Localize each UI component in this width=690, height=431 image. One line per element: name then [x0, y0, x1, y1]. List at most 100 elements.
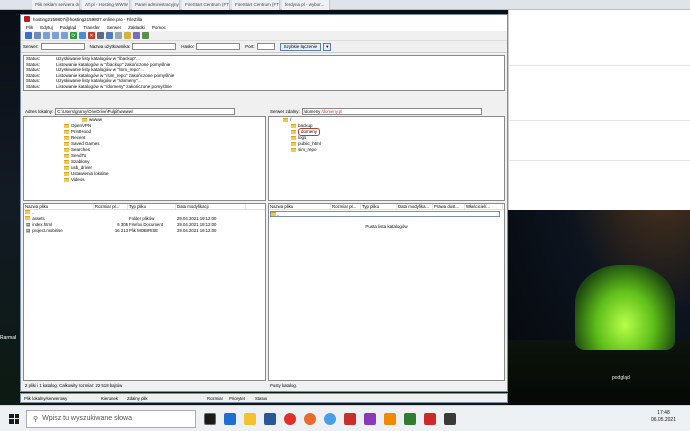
menu-bar: Plik Edytuj Podgląd Transfer Serwer Zakł… [21, 23, 507, 31]
browser-page-area [508, 10, 690, 210]
menu-bookmarks[interactable]: Zakładki [128, 25, 145, 30]
app-icon[interactable] [344, 412, 356, 425]
folder-icon [64, 142, 69, 146]
col-type[interactable]: Typ pliku [361, 204, 397, 209]
desktop-icon-label[interactable]: Rarmal [0, 335, 16, 341]
clock-date: 06.05.2021 [650, 417, 676, 423]
folder-icon [64, 148, 69, 152]
folder-icon [291, 142, 296, 146]
browser-tab[interactable]: AT.pl - Hosting WWW [82, 0, 130, 10]
quickconnect-button[interactable]: Szybkie łączenie [279, 42, 322, 51]
port-input[interactable] [256, 43, 275, 50]
toggle-log-icon[interactable] [34, 32, 41, 39]
browser-side-text: podgląd [612, 375, 630, 381]
toggle-local-tree-icon[interactable] [43, 32, 50, 39]
folder-icon [64, 136, 69, 140]
menu-edit[interactable]: Edytuj [40, 25, 53, 30]
tree-item[interactable]: Videos [64, 177, 265, 183]
menu-server[interactable]: Serwer [107, 25, 121, 30]
folder-icon [291, 148, 296, 152]
queue-col-remote[interactable]: Zdalny plik [127, 396, 207, 401]
remote-status: Pusty katalog. [268, 382, 505, 389]
queue-col-direction[interactable]: Kierunek [101, 396, 127, 401]
col-perms[interactable]: Prawa dost... [433, 204, 465, 209]
password-label: Hasło: [181, 44, 195, 49]
store-icon[interactable] [264, 412, 276, 425]
col-date[interactable]: Data modyfikacji [176, 204, 246, 209]
col-size[interactable]: Rozmiar pl... [94, 204, 128, 209]
app-icon[interactable] [444, 412, 456, 425]
col-type[interactable]: Typ pliku [128, 204, 176, 209]
folder-icon [291, 124, 296, 128]
col-owner[interactable]: Właściciel/... [465, 204, 503, 209]
remote-list-header: Nazwa pliku Rozmiar pl... Typ pliku Data… [269, 204, 504, 210]
folder-icon [82, 118, 87, 122]
menu-help[interactable]: Pomoc [152, 25, 166, 30]
browser-tab[interactable]: FireStart Centrum (FTP... [182, 0, 230, 10]
remote-tree: / backup domeny logs public_html sim_rep… [268, 116, 505, 201]
message-log: Status: Uzyskiwanie listy katalogów w "/b… [23, 55, 505, 91]
queue-col-status[interactable]: Status [255, 396, 285, 401]
disconnect-icon[interactable] [97, 32, 104, 39]
tree-item[interactable]: sim_repo [283, 147, 504, 153]
toggle-queue-icon[interactable] [61, 32, 68, 39]
menu-file[interactable]: Plik [26, 25, 33, 30]
file-explorer-icon[interactable] [244, 412, 256, 425]
remote-address-bar: Serwer zdalny: /domeny /domeny.pl [268, 107, 505, 116]
windows-start-icon[interactable] [6, 411, 22, 427]
col-name[interactable]: Nazwa pliku [269, 204, 331, 209]
divider [509, 120, 690, 121]
queue-col-priority[interactable]: Priorytet [229, 396, 255, 401]
folder-icon [64, 160, 69, 164]
browser-tab[interactable]: Panel administracyjny [132, 0, 180, 10]
system-clock[interactable]: 17:48 06.05.2021 [651, 410, 676, 424]
process-queue-icon[interactable] [79, 32, 86, 39]
table-row[interactable]: .. [270, 211, 500, 217]
username-input[interactable] [132, 43, 177, 50]
vlc-icon[interactable] [384, 412, 396, 425]
compare-icon[interactable] [124, 32, 131, 39]
filter-icon[interactable] [115, 32, 122, 39]
col-date[interactable]: Data modyfika... [397, 204, 433, 209]
menu-view[interactable]: Podgląd [60, 25, 77, 30]
toggle-remote-tree-icon[interactable] [52, 32, 59, 39]
local-address-input[interactable]: C:\Users\gramy\OneDrive\Pulpit\wwww\ [55, 108, 236, 115]
folder-icon [25, 210, 30, 214]
edge-icon[interactable] [224, 412, 236, 425]
app-icon[interactable] [404, 412, 416, 425]
password-input[interactable] [196, 43, 241, 50]
taskbar-search[interactable]: ⚲ Wpisz tu wyszukiwane słowa [26, 409, 196, 428]
site-manager-icon[interactable] [25, 32, 32, 39]
menu-transfer[interactable]: Transfer [83, 25, 100, 30]
app-icon[interactable] [364, 412, 376, 425]
queue-col-local[interactable]: Plik lokalny/serwerowy [21, 396, 101, 401]
cancel-icon[interactable]: ✕ [88, 32, 95, 39]
browser-tab[interactable]: ferdyna pl - wybor... [282, 0, 330, 10]
remote-address-input[interactable]: /domeny /domeny.pl [301, 108, 482, 115]
filezilla-taskbar-icon[interactable] [424, 412, 436, 425]
chrome-icon[interactable] [324, 412, 336, 425]
browser-tab[interactable]: Plik reklam serwera do serwerow [32, 0, 80, 10]
task-view-icon[interactable] [204, 412, 216, 425]
server-input[interactable] [40, 43, 85, 50]
clock-time: 17:48 [657, 410, 670, 416]
folder-icon [25, 216, 30, 220]
reconnect-icon[interactable] [106, 32, 113, 39]
server-label: Serwer: [23, 44, 39, 49]
browser-tab[interactable]: FireStart Centrum (FTP... [232, 0, 280, 10]
col-size[interactable]: Rozmiar pl... [331, 204, 361, 209]
taskbar: ⚲ Wpisz tu wyszukiwane słowa 17:48 06.05… [0, 405, 690, 431]
queue-col-size[interactable]: Rozmiar [207, 396, 229, 401]
col-name[interactable]: Nazwa pliku [24, 204, 94, 209]
title-bar: hosting2159807@hosting2159807.online.pro… [21, 15, 507, 23]
quickconnect-dropdown[interactable]: ▾ [323, 42, 332, 51]
search-placeholder: Wpisz tu wyszukiwane słowa [42, 415, 133, 422]
refresh-icon[interactable]: ⟳ [70, 32, 77, 39]
firefox-icon[interactable] [304, 412, 316, 425]
search-icon: ⚲ [33, 415, 39, 423]
sync-browse-icon[interactable] [133, 32, 140, 39]
opera-icon[interactable] [284, 412, 296, 425]
table-row[interactable]: ▤ project.mobirise 16 213 Plik MOBIRISE 29.… [24, 228, 265, 234]
search-files-icon[interactable] [142, 32, 149, 39]
quickconnect-bar: Serwer: Nazwa użytkownika: Hasło: Port: … [21, 41, 507, 53]
